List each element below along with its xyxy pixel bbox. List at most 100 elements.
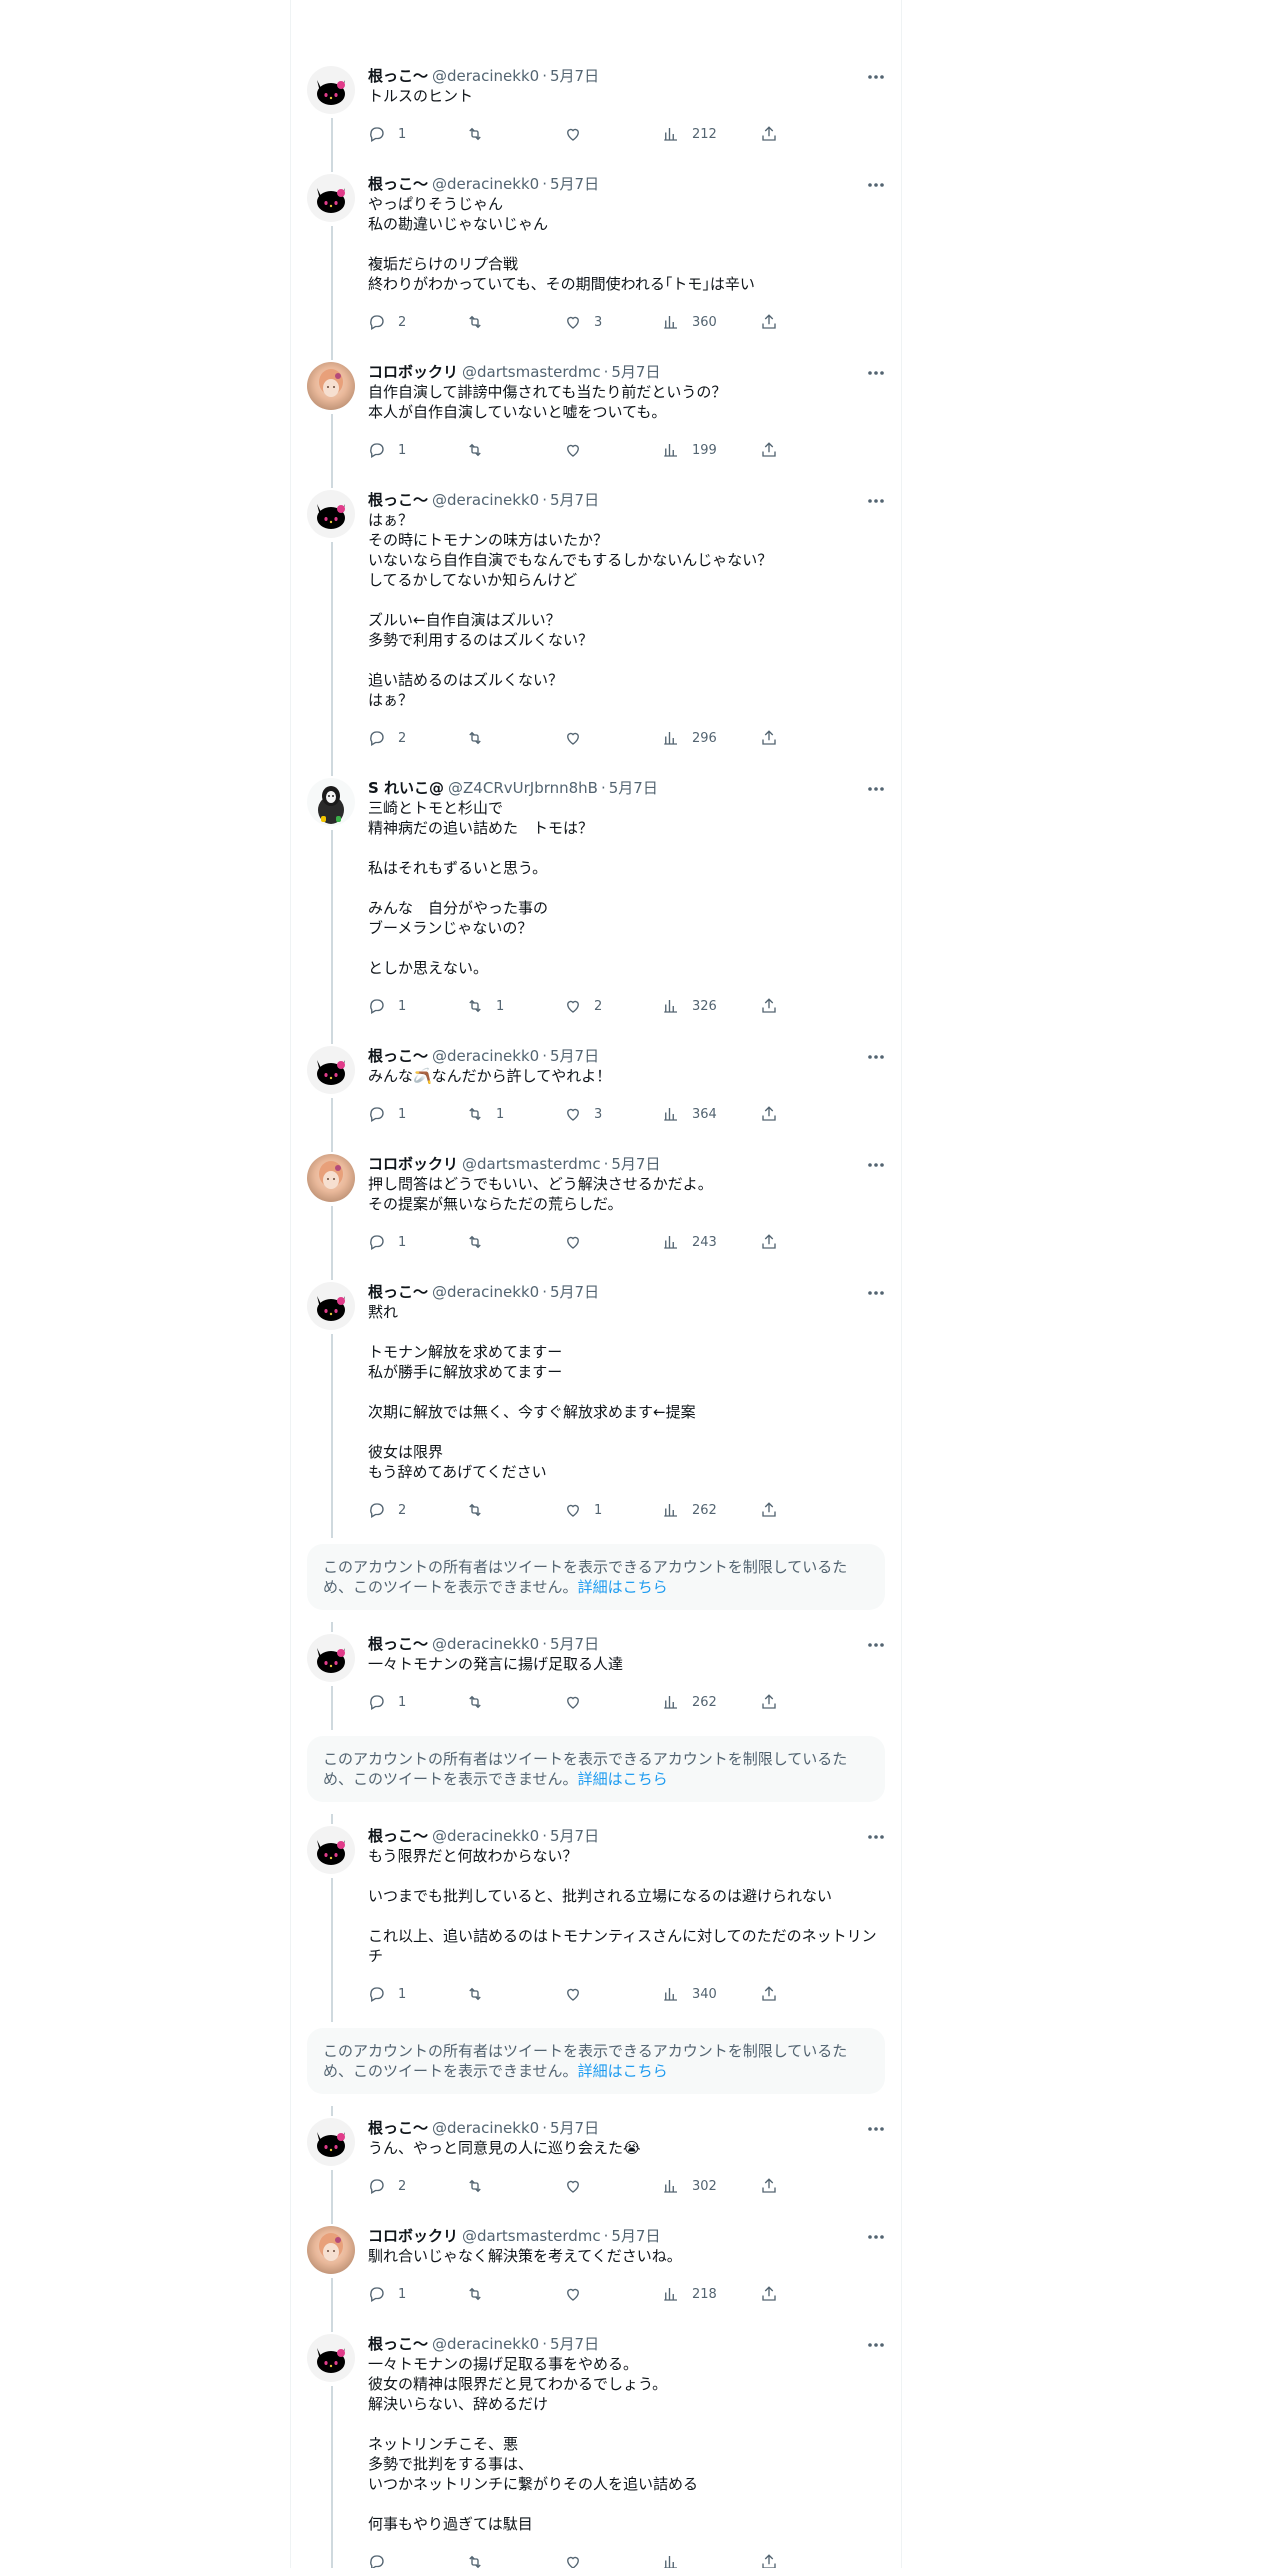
retweet-button[interactable] — [466, 1985, 564, 2003]
reply-button[interactable]: 1 — [368, 1985, 466, 2003]
retweet-button[interactable] — [466, 2285, 564, 2303]
like-button[interactable] — [564, 2553, 662, 2568]
avatar[interactable] — [307, 1634, 355, 1682]
tweet[interactable]: 根っこ～ @deracinekk0 · 5月7日 うん、やっと同意見の人に巡り会えた😭 2… — [291, 2106, 901, 2214]
tweet[interactable]: コロボックリ @dartsmasterdmc · 5月7日 馴れ合いじゃなく解決策を考え… — [291, 2214, 901, 2322]
views-button[interactable]: 340 — [662, 1985, 760, 2003]
learn-more-link[interactable]: 詳細はこちら — [578, 2062, 668, 2080]
views-button[interactable]: 302 — [662, 2177, 760, 2195]
user-handle[interactable]: @deracinekk0 — [432, 2118, 539, 2138]
tweet[interactable]: 根っこ～ @deracinekk0 · 5月7日 一々トモナンの発言に揚げ足取る人達 1 2… — [291, 1622, 901, 1730]
tweet-date[interactable]: 5月7日 — [550, 2118, 599, 2138]
share-button[interactable] — [760, 729, 790, 747]
like-button[interactable] — [564, 2285, 662, 2303]
retweet-button[interactable] — [466, 1693, 564, 1711]
tweet-date[interactable]: 5月7日 — [550, 1046, 599, 1066]
tweet-date[interactable]: 5月7日 — [550, 1826, 599, 1846]
share-button[interactable] — [760, 997, 790, 1015]
display-name[interactable]: コロボックリ — [368, 2226, 458, 2246]
avatar[interactable] — [307, 2226, 355, 2274]
views-button[interactable]: 262 — [662, 1501, 760, 1519]
display-name[interactable]: 根っこ～ — [368, 490, 428, 510]
avatar[interactable] — [307, 1826, 355, 1874]
user-handle[interactable]: @dartsmasterdmc — [462, 1154, 601, 1174]
display-name[interactable]: 根っこ～ — [368, 174, 428, 194]
more-icon[interactable] — [865, 176, 887, 194]
retweet-button[interactable] — [466, 441, 564, 459]
share-button[interactable] — [760, 2177, 790, 2195]
avatar[interactable] — [307, 778, 355, 826]
user-handle[interactable]: @dartsmasterdmc — [462, 362, 601, 382]
views-button[interactable]: 199 — [662, 441, 760, 459]
tweet-date[interactable]: 5月7日 — [550, 2334, 599, 2354]
share-button[interactable] — [760, 1501, 790, 1519]
share-button[interactable] — [760, 313, 790, 331]
tweet-date[interactable]: 5月7日 — [611, 362, 660, 382]
like-button[interactable]: 1 — [564, 1501, 662, 1519]
reply-button[interactable]: 1 — [368, 1233, 466, 1251]
display-name[interactable]: コロボックリ — [368, 1154, 458, 1174]
more-icon[interactable] — [865, 1828, 887, 1846]
retweet-button[interactable] — [466, 313, 564, 331]
like-button[interactable] — [564, 1985, 662, 2003]
reply-button[interactable]: 1 — [368, 1693, 466, 1711]
tweet[interactable]: 根っこ～ @deracinekk0 · 5月7日 トルスのヒント 1 212 — [291, 54, 901, 162]
share-button[interactable] — [760, 2553, 790, 2568]
like-button[interactable] — [564, 125, 662, 143]
retweet-button[interactable]: 1 — [466, 1105, 564, 1123]
more-icon[interactable] — [865, 1636, 887, 1654]
tweet[interactable]: 根っこ～ @deracinekk0 · 5月7日 みんな🪃なんだから許してやれよ！ 1 1 3… — [291, 1034, 901, 1142]
tweet-date[interactable]: 5月7日 — [609, 778, 658, 798]
tweet[interactable]: コロボックリ @dartsmasterdmc · 5月7日 自作自演して誹謗中傷されても… — [291, 350, 901, 478]
avatar[interactable] — [307, 66, 355, 114]
share-button[interactable] — [760, 125, 790, 143]
user-handle[interactable]: @deracinekk0 — [432, 174, 539, 194]
retweet-button[interactable] — [466, 729, 564, 747]
avatar[interactable] — [307, 1154, 355, 1202]
learn-more-link[interactable]: 詳細はこちら — [578, 1770, 668, 1788]
user-handle[interactable]: @deracinekk0 — [432, 1634, 539, 1654]
share-button[interactable] — [760, 1985, 790, 2003]
tweet-date[interactable]: 5月7日 — [550, 490, 599, 510]
share-button[interactable] — [760, 1105, 790, 1123]
like-button[interactable]: 3 — [564, 313, 662, 331]
user-handle[interactable]: @deracinekk0 — [432, 66, 539, 86]
more-icon[interactable] — [865, 492, 887, 510]
reply-button[interactable]: 1 — [368, 441, 466, 459]
display-name[interactable]: S れいこ@ — [368, 778, 444, 798]
more-icon[interactable] — [865, 364, 887, 382]
retweet-button[interactable] — [466, 2553, 564, 2568]
more-icon[interactable] — [865, 2228, 887, 2246]
tweet-date[interactable]: 5月7日 — [611, 2226, 660, 2246]
retweet-button[interactable] — [466, 1501, 564, 1519]
more-icon[interactable] — [865, 780, 887, 798]
display-name[interactable]: 根っこ～ — [368, 66, 428, 86]
views-button[interactable]: 262 — [662, 1693, 760, 1711]
user-handle[interactable]: @deracinekk0 — [432, 1046, 539, 1066]
display-name[interactable]: コロボックリ — [368, 362, 458, 382]
tweet[interactable]: 根っこ～ @deracinekk0 · 5月7日 やっぱりそうじゃん 私の勘違いじゃない… — [291, 162, 901, 350]
share-button[interactable] — [760, 1693, 790, 1711]
user-handle[interactable]: @deracinekk0 — [432, 490, 539, 510]
like-button[interactable]: 2 — [564, 997, 662, 1015]
more-icon[interactable] — [865, 68, 887, 86]
more-icon[interactable] — [865, 1284, 887, 1302]
avatar[interactable] — [307, 1046, 355, 1094]
like-button[interactable] — [564, 729, 662, 747]
views-button[interactable]: 326 — [662, 997, 760, 1015]
more-icon[interactable] — [865, 1048, 887, 1066]
more-icon[interactable] — [865, 2120, 887, 2138]
tweet-date[interactable]: 5月7日 — [611, 1154, 660, 1174]
avatar[interactable] — [307, 2334, 355, 2382]
display-name[interactable]: 根っこ～ — [368, 1046, 428, 1066]
reply-button[interactable]: 2 — [368, 2177, 466, 2195]
like-button[interactable] — [564, 1693, 662, 1711]
tweet[interactable]: 根っこ～ @deracinekk0 · 5月7日 はぁ？ その時にトモナンの味方はいたか… — [291, 478, 901, 766]
reply-button[interactable]: 2 — [368, 1501, 466, 1519]
retweet-button[interactable]: 1 — [466, 997, 564, 1015]
reply-button[interactable]: 2 — [368, 729, 466, 747]
reply-button[interactable] — [368, 2553, 466, 2568]
display-name[interactable]: 根っこ～ — [368, 2334, 428, 2354]
avatar[interactable] — [307, 1282, 355, 1330]
reply-button[interactable]: 1 — [368, 1105, 466, 1123]
